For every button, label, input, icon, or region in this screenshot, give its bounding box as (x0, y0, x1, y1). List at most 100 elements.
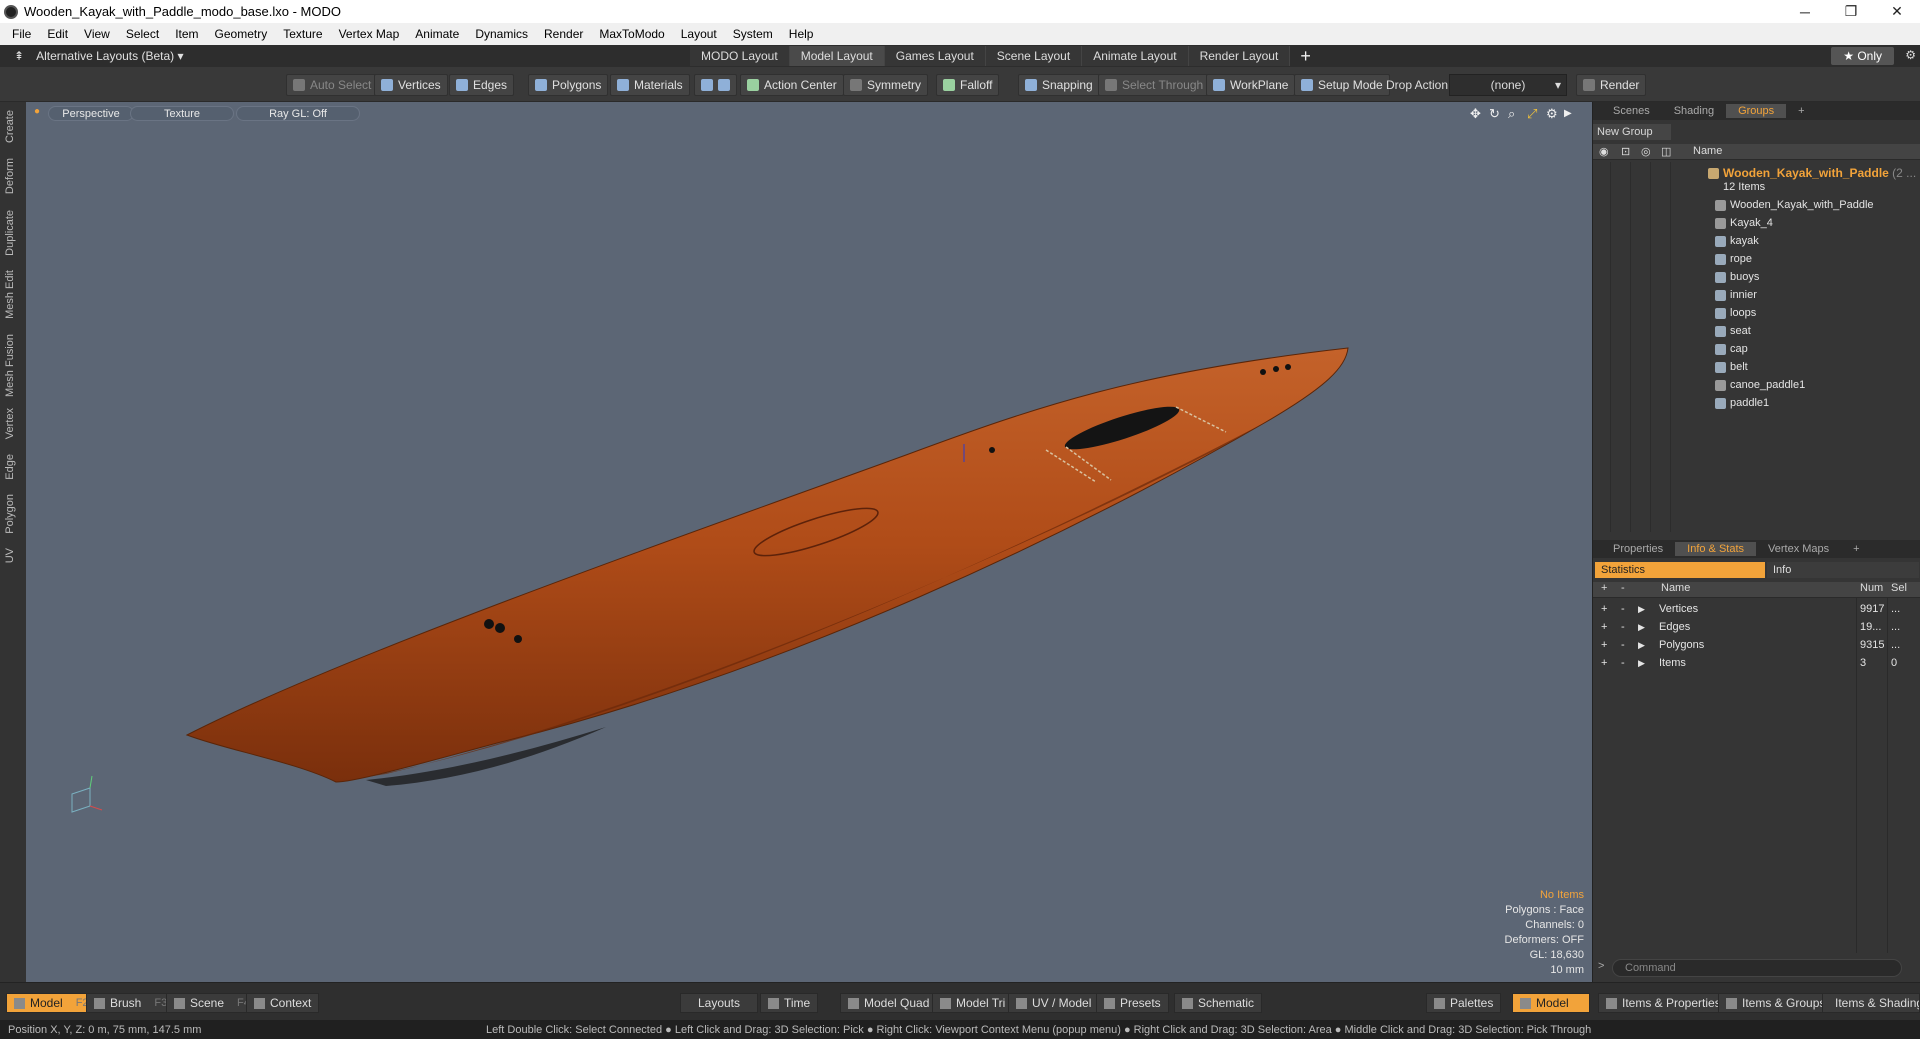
new-group-button[interactable]: New Group (1593, 124, 1671, 140)
time-button[interactable]: Time (760, 993, 819, 1013)
stats-row[interactable]: + - ▶ Vertices 9917 ... (1593, 600, 1920, 618)
tab-model-layout[interactable]: Model Layout (789, 46, 885, 66)
menu-texture[interactable]: Texture (275, 27, 330, 41)
render-toggle-icon[interactable]: ◎ (1641, 145, 1651, 158)
command-input[interactable]: Command (1612, 959, 1902, 977)
render-button[interactable]: Render (1576, 74, 1647, 96)
3d-viewport[interactable]: ● Perspective Texture Ray GL: Off ✥ ↻ ⌕ … (26, 102, 1592, 982)
action-center-button[interactable]: Action Center (740, 74, 844, 96)
items-properties-button[interactable]: Items & Properties (1598, 993, 1729, 1013)
group-item-row[interactable]: rope (1593, 250, 1920, 268)
tab-render-layout[interactable]: Render Layout (1188, 46, 1291, 66)
menu-animate[interactable]: Animate (407, 27, 467, 41)
group-item-row[interactable]: Kayak_4 (1593, 214, 1920, 232)
materials-button[interactable]: Materials (610, 74, 690, 96)
model-tri-button[interactable]: Model Tri (932, 993, 1014, 1013)
tab-modo-layout[interactable]: MODO Layout (690, 46, 790, 66)
tab-mesh-fusion[interactable]: Mesh Fusion (4, 334, 22, 397)
eye-icon[interactable]: ◉ (1599, 145, 1609, 158)
group-item-row[interactable]: belt (1593, 358, 1920, 376)
stats-row[interactable]: + - ▶ Items 3 0 (1593, 654, 1920, 672)
lock-icon[interactable]: ⊡ (1621, 145, 1630, 158)
schematic-button[interactable]: Schematic (1174, 993, 1263, 1013)
menu-render[interactable]: Render (536, 27, 591, 41)
expand-icon[interactable]: ▶ (1638, 604, 1645, 615)
only-button[interactable]: ★ Only (1831, 47, 1894, 65)
tab-duplicate[interactable]: Duplicate (4, 210, 22, 256)
palettes-button[interactable]: Palettes (1426, 993, 1502, 1013)
menu-item[interactable]: Item (167, 27, 206, 41)
items-shading-button[interactable]: Items & Shading (1822, 993, 1920, 1013)
vertices-button[interactable]: Vertices (374, 74, 448, 96)
menu-select[interactable]: Select (118, 27, 167, 41)
menu-view[interactable]: View (76, 27, 118, 41)
menu-dynamics[interactable]: Dynamics (467, 27, 536, 41)
uv-model-button[interactable]: UV / Model (1008, 993, 1100, 1013)
snapping-button[interactable]: Snapping (1018, 74, 1100, 96)
menu-maxtomodo[interactable]: MaxToModo (591, 27, 672, 41)
tab-vertex[interactable]: Vertex (4, 408, 22, 439)
tab-info[interactable]: Info (1767, 562, 1919, 578)
expand-icon[interactable]: ▶ (1638, 622, 1645, 633)
collapse-all-icon[interactable]: - (1621, 582, 1625, 594)
tab-properties[interactable]: Properties (1601, 542, 1675, 556)
tab-deform[interactable]: Deform (4, 158, 22, 194)
stats-row[interactable]: + - ▶ Edges 19... ... (1593, 618, 1920, 636)
model-quad-button[interactable]: Model Quad (840, 993, 938, 1013)
menu-layout[interactable]: Layout (673, 27, 725, 41)
group-item-row[interactable]: loops (1593, 304, 1920, 322)
items-groups-button[interactable]: Items & Groups (1718, 993, 1834, 1013)
tab-create[interactable]: Create (4, 110, 22, 143)
expand-all-icon[interactable]: + (1601, 582, 1607, 594)
tab-uv[interactable]: UV (4, 548, 22, 563)
tab-scenes[interactable]: Scenes (1601, 104, 1662, 118)
tab-games-layout[interactable]: Games Layout (884, 46, 986, 66)
group-item-row[interactable]: kayak (1593, 232, 1920, 250)
symmetry-button[interactable]: Symmetry (843, 74, 928, 96)
tab-scene-layout[interactable]: Scene Layout (985, 46, 1083, 66)
add-tab-button[interactable]: + (1786, 104, 1816, 118)
close-button[interactable]: ✕ (1874, 3, 1920, 20)
alternative-layouts-dropdown[interactable]: ⇞ Alternative Layouts (Beta) ▾ (0, 49, 690, 63)
add-tab-button-2[interactable]: + (1841, 542, 1871, 556)
group-item-row[interactable]: cap (1593, 340, 1920, 358)
expand-icon[interactable]: ▶ (1638, 658, 1645, 669)
model-mode-button[interactable]: Model F2 (6, 993, 97, 1013)
group-item-row[interactable]: buoys (1593, 268, 1920, 286)
select-toggle-icon[interactable]: ◫ (1661, 145, 1671, 158)
group-item-row[interactable]: innier (1593, 286, 1920, 304)
menu-system[interactable]: System (725, 27, 781, 41)
stats-row[interactable]: + - ▶ Polygons 9315 ... (1593, 636, 1920, 654)
menu-geometry[interactable]: Geometry (207, 27, 276, 41)
group-item-row[interactable]: canoe_paddle1 (1593, 376, 1920, 394)
menu-help[interactable]: Help (781, 27, 822, 41)
menu-edit[interactable]: Edit (39, 27, 76, 41)
scene-mode-button[interactable]: Scene F4 (166, 993, 258, 1013)
menu-file[interactable]: File (4, 27, 39, 41)
model-layout-button[interactable]: Model (1512, 993, 1590, 1013)
presets-button[interactable]: Presets (1096, 993, 1169, 1013)
tab-shading[interactable]: Shading (1662, 104, 1726, 118)
add-layout-button[interactable]: + (1300, 46, 1311, 67)
context-button[interactable]: Context (246, 993, 320, 1013)
edges-button[interactable]: Edges (449, 74, 515, 96)
polygons-button[interactable]: Polygons (528, 74, 609, 96)
group-item-row[interactable]: Wooden_Kayak_with_Paddle (1593, 196, 1920, 214)
select-through-button[interactable]: Select Through (1098, 74, 1211, 96)
expand-icon[interactable]: ▶ (1638, 640, 1645, 651)
tab-animate-layout[interactable]: Animate Layout (1082, 46, 1189, 66)
auto-select-button[interactable]: Auto Select (286, 74, 379, 96)
gear-icon[interactable]: ⚙ (1905, 48, 1916, 62)
minimize-button[interactable]: ─ (1782, 4, 1828, 20)
tab-edge[interactable]: Edge (4, 454, 22, 480)
tab-vertex-maps[interactable]: Vertex Maps (1756, 542, 1841, 556)
select-mode-toggle[interactable] (694, 74, 737, 96)
tab-info-stats[interactable]: Info & Stats (1675, 542, 1757, 556)
brush-mode-button[interactable]: Brush F3 (86, 993, 176, 1013)
group-item-row[interactable]: paddle1 (1593, 394, 1920, 412)
tab-groups[interactable]: Groups (1726, 104, 1787, 118)
tab-polygon[interactable]: Polygon (4, 494, 22, 534)
group-item-row[interactable]: seat (1593, 322, 1920, 340)
falloff-button[interactable]: Falloff (936, 74, 1000, 96)
tab-mesh-edit[interactable]: Mesh Edit (4, 270, 22, 319)
